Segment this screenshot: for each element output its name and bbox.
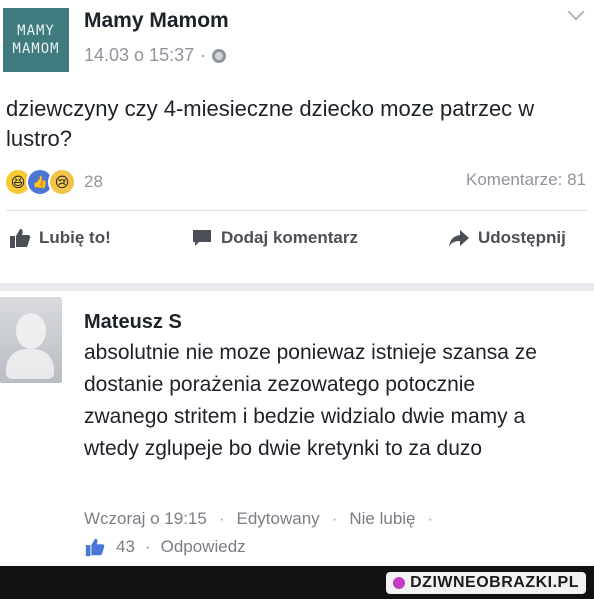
avatar-body-shape — [6, 349, 54, 379]
meta-dot: · — [427, 509, 434, 528]
post-text: dziewczyny czy 4-miesieczne dziecko moze… — [6, 96, 535, 151]
page-name[interactable]: Mamy Mamom — [84, 9, 229, 33]
logo-line-2: MAMOM — [12, 41, 60, 57]
chevron-down-icon[interactable] — [567, 3, 585, 21]
commenter-avatar[interactable] — [0, 297, 62, 383]
like-button[interactable]: Lubię to! — [8, 226, 111, 250]
meta-dot: · — [218, 509, 225, 528]
globe-icon — [212, 48, 227, 63]
edited-label[interactable]: Edytowany — [237, 509, 320, 529]
watermark-text: DZIWNEOBRAZKI.PL — [410, 574, 579, 591]
unlike-link[interactable]: Nie lubię — [349, 509, 415, 529]
comment-meta-row2: 43 · Odpowiedz — [84, 536, 246, 558]
thumbs-up-icon — [10, 229, 31, 248]
reaction-count: 28 — [84, 172, 103, 191]
thumbs-up-icon — [85, 538, 105, 557]
like-button-label: Lubię to! — [39, 228, 111, 247]
post-actions: Lubię to! Dodaj komentarz Udostępnij — [0, 226, 594, 262]
post-timestamp[interactable]: 14.03 o 15:37 — [84, 45, 194, 66]
commenter-name[interactable]: Mateusz S — [84, 311, 182, 334]
reply-link[interactable]: Odpowiedz — [161, 537, 246, 557]
divider — [6, 210, 588, 211]
comment-button[interactable]: Dodaj komentarz — [190, 226, 358, 250]
section-separator — [0, 283, 594, 291]
meta-dot: · — [144, 537, 151, 556]
comment-card: Mateusz S absolutnie nie moze poniewaz i… — [0, 291, 594, 566]
meta-separator: · — [200, 45, 207, 65]
watermark-badge: DZIWNEOBRAZKI.PL — [386, 572, 586, 594]
comment-time[interactable]: Wczoraj o 19:15 — [84, 509, 207, 529]
comment-bubble-icon — [193, 230, 211, 246]
share-button-label: Udostępnij — [478, 228, 566, 247]
avatar-head-shape — [16, 313, 46, 349]
comment-meta: Wczoraj o 19:15 · Edytowany · Nie lubię … — [84, 509, 433, 529]
watermark-bar: DZIWNEOBRAZKI.PL — [0, 566, 594, 599]
post-meta: 14.03 o 15:37 · — [84, 45, 227, 66]
page-logo[interactable]: MAMY MAMOM — [3, 8, 69, 72]
comment-button-label: Dodaj komentarz — [221, 228, 358, 247]
share-button[interactable]: Udostępnij — [447, 226, 566, 250]
logo-line-1: MAMY — [17, 23, 55, 39]
sad-icon: 😢 — [48, 168, 76, 196]
reactions-summary[interactable]: 😆 👍 😢 28 — [4, 168, 103, 196]
meta-dot: · — [331, 509, 338, 528]
comments-count[interactable]: Komentarze: 81 — [466, 170, 586, 190]
watermark-icon — [393, 577, 406, 589]
share-arrow-icon — [449, 230, 469, 247]
comment-text: absolutnie nie moze poniewaz istnieje sz… — [84, 341, 537, 460]
post-card: MAMY MAMOM Mamy Mamom 14.03 o 15:37 · dz… — [0, 0, 594, 283]
comment-like-count[interactable]: 43 — [116, 537, 135, 557]
